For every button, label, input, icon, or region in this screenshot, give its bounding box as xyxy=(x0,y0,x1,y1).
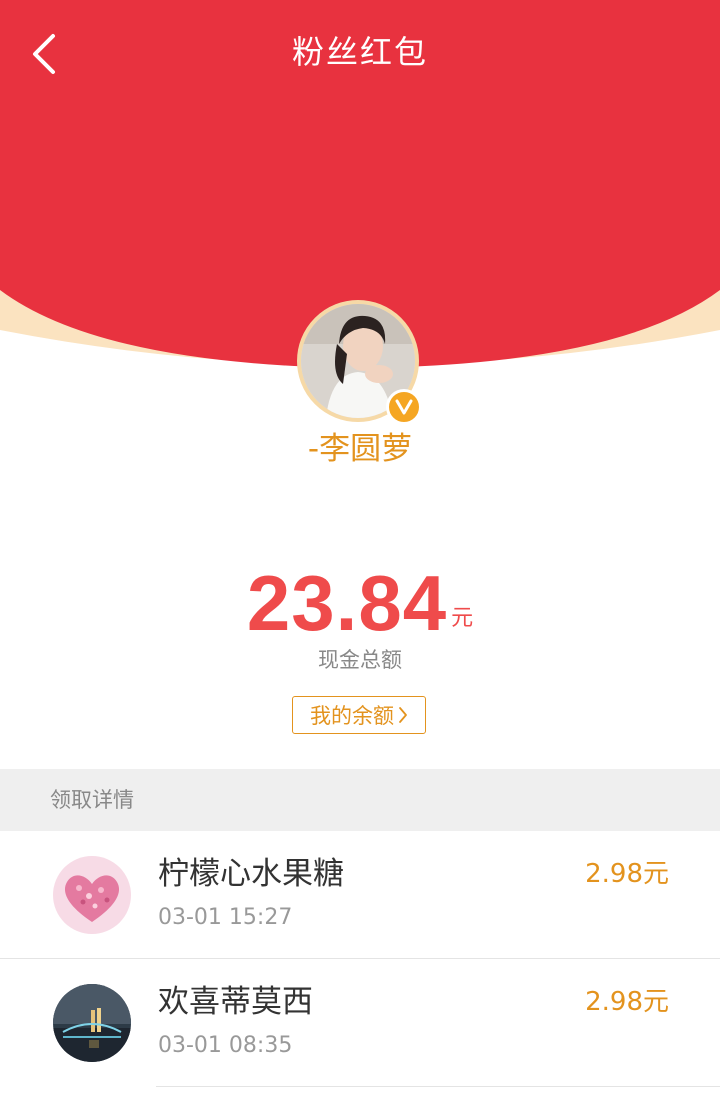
receive-time: 03-01 08:35 xyxy=(158,1033,293,1058)
amount-row: 23.84 元 xyxy=(0,560,720,646)
list-divider xyxy=(156,1086,720,1087)
amount-label: 现金总额 xyxy=(318,648,402,672)
page-title: 粉丝红包 xyxy=(291,33,428,71)
amount-unit: 元 xyxy=(451,606,474,631)
receive-time: 03-01 15:27 xyxy=(158,905,293,930)
avatar-image xyxy=(53,984,131,1062)
verified-badge xyxy=(386,389,422,425)
details-section-header: 领取详情 xyxy=(0,769,720,831)
my-balance-label: 我的余额 xyxy=(310,704,394,728)
list-item[interactable]: 柠檬心水果糖 03-01 15:27 2.98元 xyxy=(0,831,720,959)
receive-amount: 2.98元 xyxy=(585,859,669,889)
sender-name[interactable]: -李圆萝 xyxy=(0,428,720,470)
verified-v-icon xyxy=(395,399,413,415)
red-packet-detail-page: 粉丝红包 -李圆萝 23.84 元 现金总额 我的余额 领取详情 柠檬心水果糖 … xyxy=(0,0,720,1107)
total-amount: 23.84 xyxy=(246,559,448,647)
details-section-title: 领取详情 xyxy=(50,788,134,812)
receiver-avatar[interactable] xyxy=(53,984,131,1062)
my-balance-button[interactable]: 我的余额 xyxy=(292,696,426,734)
receiver-name: 欢喜蒂莫西 xyxy=(158,984,313,1020)
receiver-avatar[interactable] xyxy=(53,856,131,934)
receiver-list: 柠檬心水果糖 03-01 15:27 2.98元 欢喜蒂莫西 03-01 08:… xyxy=(0,831,720,1087)
chevron-right-icon xyxy=(398,706,408,724)
receive-amount: 2.98元 xyxy=(585,987,669,1017)
avatar-image xyxy=(53,856,131,934)
list-item[interactable]: 欢喜蒂莫西 03-01 08:35 2.98元 xyxy=(0,959,720,1087)
receiver-name: 柠檬心水果糖 xyxy=(158,856,344,892)
